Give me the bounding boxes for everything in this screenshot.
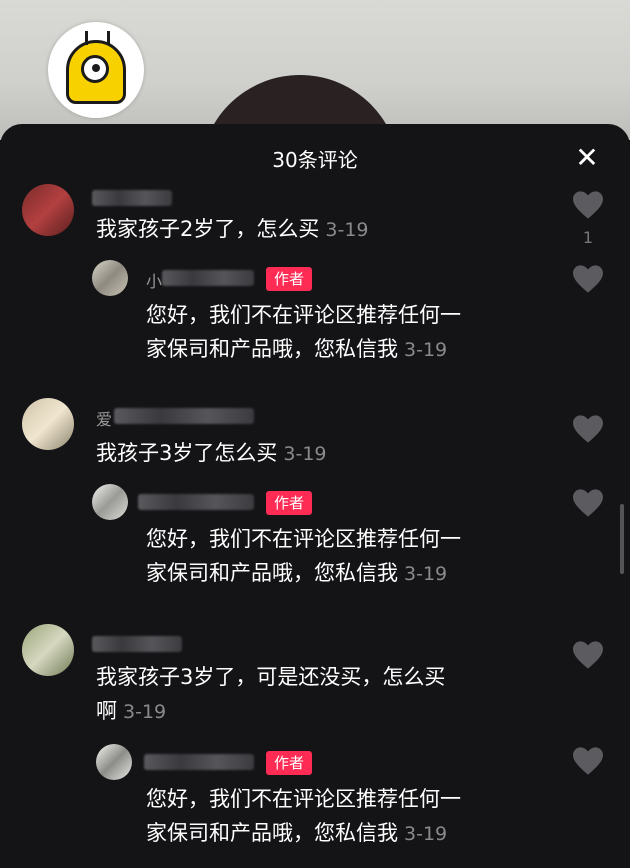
heart-icon[interactable] (571, 264, 605, 294)
like-count: 1 (582, 228, 594, 247)
reply-text-line2: 家保司和产品哦，您私信我 3-19 (146, 556, 447, 591)
username-blurred[interactable] (144, 754, 254, 770)
comment-body: 啊 (96, 699, 117, 723)
avatar[interactable] (22, 398, 74, 450)
heart-icon[interactable] (571, 190, 605, 220)
comment-sheet: 30条评论 ✕ 我家孩子2岁了，怎么买 3-19 1 小 作者 您好，我们不在评论… (0, 124, 630, 868)
reply-text-line1: 您好，我们不在评论区推荐任何一 (146, 527, 461, 551)
mascot-pupil (92, 64, 100, 72)
antenna-left (85, 31, 88, 45)
app-logo (48, 22, 144, 118)
reply-text-line1: 您好，我们不在评论区推荐任何一 (146, 787, 461, 811)
mascot-icon (66, 31, 126, 104)
heart-icon[interactable] (571, 414, 605, 444)
comment-count-title: 30条评论 (272, 148, 358, 172)
comment-date: 3-19 (123, 701, 167, 723)
reply-body: 家保司和产品哦，您私信我 (146, 821, 398, 845)
comment-text: 我孩子3岁了怎么买 3-19 (96, 436, 327, 471)
comment-text-line1: 我家孩子3岁了，可是还没买，怎么买 (96, 665, 446, 689)
username-prefix: 小 (146, 272, 163, 291)
username-blurred[interactable] (92, 636, 182, 652)
author-badge: 作者 (266, 267, 313, 291)
reply-text-line1: 您好，我们不在评论区推荐任何一 (146, 303, 461, 327)
avatar[interactable] (22, 624, 74, 676)
reply-text-line2: 家保司和产品哦，您私信我 3-19 (146, 332, 447, 367)
comment-body: 我孩子3岁了怎么买 (96, 441, 278, 465)
comment-body: 我家孩子2岁了，怎么买 (96, 217, 320, 241)
avatar[interactable] (92, 260, 128, 296)
reply-body: 家保司和产品哦，您私信我 (146, 561, 398, 585)
mascot-eye (81, 55, 109, 83)
username-blurred[interactable] (92, 190, 172, 206)
author-badge: 作者 (266, 751, 313, 775)
comment-date: 3-19 (325, 219, 369, 241)
username-blurred[interactable] (138, 494, 254, 510)
avatar[interactable] (22, 184, 74, 236)
comment-text-line2: 啊 3-19 (96, 694, 166, 729)
username-prefix: 爱 (96, 410, 113, 429)
heart-icon[interactable] (571, 746, 605, 776)
username-blurred[interactable] (114, 408, 254, 424)
close-icon[interactable]: ✕ (572, 144, 602, 174)
comment-text: 我家孩子2岁了，怎么买 3-19 (96, 212, 369, 247)
reply-date: 3-19 (404, 823, 448, 845)
reply-date: 3-19 (404, 339, 448, 361)
heart-icon[interactable] (571, 640, 605, 670)
reply-body: 家保司和产品哦，您私信我 (146, 337, 398, 361)
heart-icon[interactable] (571, 488, 605, 518)
scrollbar[interactable] (620, 504, 624, 574)
antenna-right (107, 31, 110, 45)
avatar[interactable] (96, 744, 132, 780)
reply-date: 3-19 (404, 563, 448, 585)
reply-text-line2: 家保司和产品哦，您私信我 3-19 (146, 816, 447, 851)
avatar[interactable] (92, 484, 128, 520)
comment-date: 3-19 (283, 443, 327, 465)
author-badge: 作者 (266, 491, 313, 515)
username-blurred[interactable] (162, 270, 254, 286)
